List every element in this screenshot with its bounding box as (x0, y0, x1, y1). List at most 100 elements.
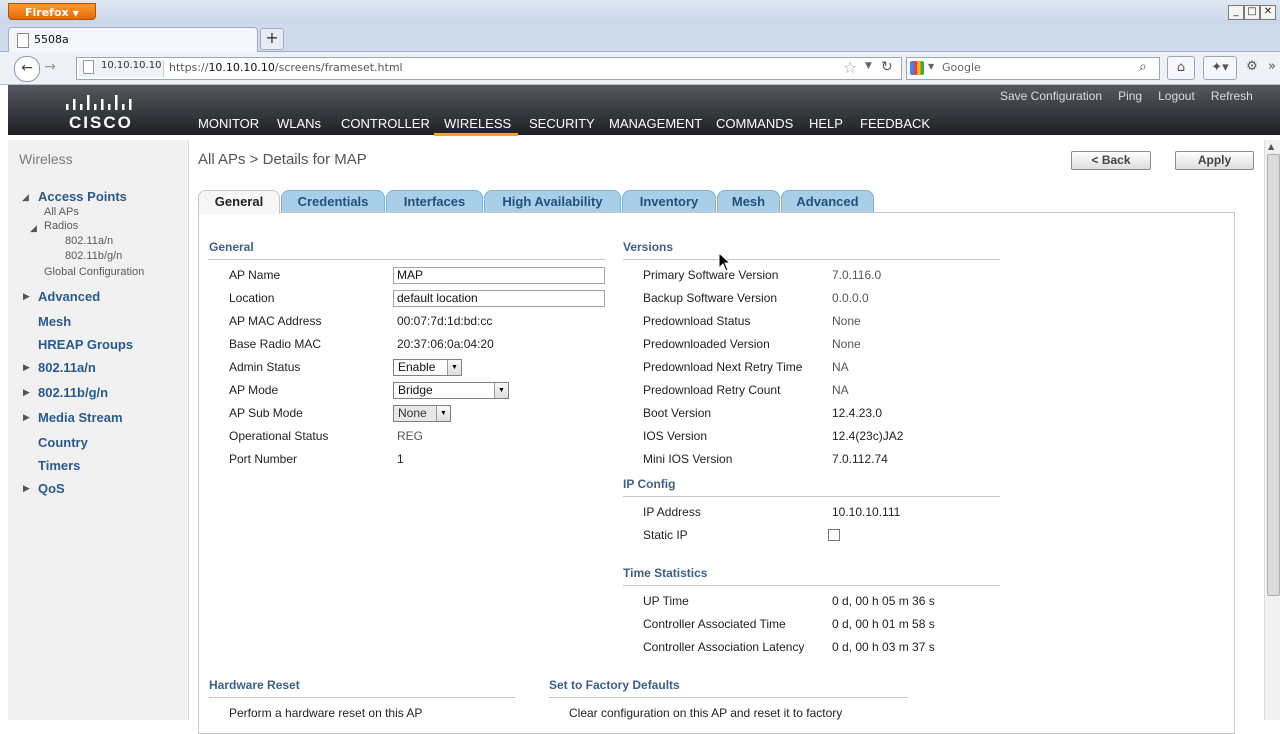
sidebar-title: Wireless (19, 151, 73, 167)
bookmark-star-icon[interactable]: ☆ (843, 58, 857, 77)
sidebar-item-access-points[interactable]: Access Points (38, 189, 127, 204)
admin-status-select[interactable]: Enable ▼ (393, 359, 462, 376)
sidebar-item-timers[interactable]: Timers (38, 458, 80, 473)
triangle-right-icon[interactable]: ▶ (23, 388, 30, 398)
reload-icon[interactable]: ↻ (881, 59, 893, 75)
menu-monitor[interactable]: MONITOR (198, 116, 259, 131)
addon-icon[interactable]: ⚙ (1240, 56, 1264, 78)
menu-commands[interactable]: COMMANDS (716, 116, 793, 131)
tab-mesh[interactable]: Mesh (717, 190, 780, 213)
menu-management[interactable]: MANAGEMENT (609, 116, 702, 131)
location-input[interactable]: default location (393, 290, 605, 307)
triangle-right-icon[interactable]: ▶ (23, 484, 30, 494)
ip-address-label: IP Address (643, 505, 701, 519)
vertical-scrollbar[interactable]: ▲ (1264, 140, 1280, 720)
base-radio-mac-label: Base Radio MAC (229, 337, 322, 351)
menu-controller[interactable]: CONTROLLER (341, 116, 430, 131)
sidebar-item-qos[interactable]: QoS (38, 481, 65, 496)
search-icon[interactable]: ⌕ (1139, 59, 1147, 75)
refresh-link[interactable]: Refresh (1211, 89, 1253, 103)
menu-help[interactable]: HELP (809, 116, 843, 131)
back-button[interactable]: < Back (1071, 151, 1151, 170)
tab-inventory[interactable]: Inventory (622, 190, 716, 213)
logout-link[interactable]: Logout (1158, 89, 1195, 103)
home-icon[interactable]: ⌂ (1167, 56, 1195, 80)
mouse-cursor-icon (718, 252, 732, 272)
search-bar[interactable]: ▼ Google ⌕ (906, 57, 1160, 80)
triangle-down-icon[interactable]: ◢ (22, 193, 29, 203)
sidebar-item-global-configuration[interactable]: Global Configuration (44, 266, 144, 278)
new-tab-button[interactable]: + (260, 28, 284, 50)
sidebar-item-radio-a[interactable]: 802.11a/n (65, 235, 113, 247)
search-engine-dropdown-icon[interactable]: ▼ (928, 62, 934, 71)
backup-software-version-label: Backup Software Version (643, 291, 778, 305)
triangle-down-icon[interactable]: ◢ (30, 224, 37, 234)
triangle-right-icon[interactable]: ▶ (23, 413, 30, 423)
menu-wireless[interactable]: WIRELESS (444, 116, 511, 131)
ap-mode-select[interactable]: Bridge ▼ (393, 382, 509, 399)
site-identity-host: 10.10.10.10 (101, 60, 162, 71)
tab-high-availability[interactable]: High Availability (484, 190, 621, 213)
base-radio-mac-value: 20:37:06:0a:04:20 (397, 337, 494, 351)
search-placeholder: Google (942, 61, 981, 74)
sidebar-item-80211a[interactable]: 802.11a/n (38, 360, 96, 375)
static-ip-checkbox[interactable] (828, 529, 840, 541)
save-configuration-link[interactable]: Save Configuration (1000, 89, 1102, 103)
page-title: All APs > Details for MAP (198, 151, 367, 168)
general-section-heading: General (209, 240, 254, 254)
back-arrow-icon[interactable]: ← (14, 56, 40, 82)
url-dropdown-icon[interactable]: ▼ (865, 61, 872, 71)
ap-sub-mode-select[interactable]: None ▼ (393, 405, 451, 422)
ap-name-input[interactable]: MAP (393, 267, 605, 284)
url-bar[interactable]: 10.10.10.10 https://10.10.10.10/screens/… (76, 57, 902, 80)
bookmarks-icon[interactable]: ✦▾ (1203, 56, 1237, 80)
hardware-reset-section-heading: Hardware Reset (209, 678, 300, 692)
menu-wlans[interactable]: WLANs (277, 116, 321, 131)
browser-tab[interactable]: 5508a (8, 27, 258, 52)
maximize-button[interactable]: □ (1244, 5, 1260, 20)
page-icon (17, 33, 29, 48)
menu-security[interactable]: SECURITY (529, 116, 595, 131)
top-links: Save Configuration Ping Logout Refresh (1000, 89, 1253, 103)
menu-feedback[interactable]: FEEDBACK (860, 116, 930, 131)
ap-sub-mode-label: AP Sub Mode (229, 406, 303, 420)
sidebar-item-all-aps[interactable]: All APs (44, 206, 79, 218)
active-menu-indicator (434, 133, 518, 136)
minimize-button[interactable]: _ (1228, 5, 1244, 20)
mini-ios-version-label: Mini IOS Version (643, 452, 733, 466)
sidebar-item-radios[interactable]: Radios (44, 220, 78, 232)
up-time-value: 0 d, 00 h 05 m 36 s (832, 594, 935, 608)
firefox-menu-label: Firefox (25, 6, 69, 19)
up-time-label: UP Time (643, 594, 689, 608)
tab-credentials[interactable]: Credentials (281, 190, 385, 213)
sidebar-item-mesh[interactable]: Mesh (38, 314, 71, 329)
browser-titlebar (0, 0, 1280, 24)
ip-config-section-heading: IP Config (623, 477, 676, 491)
sidebar-item-hreap-groups[interactable]: HREAP Groups (38, 337, 133, 352)
tab-advanced[interactable]: Advanced (781, 190, 874, 213)
sidebar-item-radio-bg[interactable]: 802.11b/g/n (65, 250, 122, 262)
ios-version-label: IOS Version (643, 429, 708, 443)
chevron-down-icon: ▼ (494, 383, 508, 398)
triangle-right-icon[interactable]: ▶ (23, 292, 30, 302)
sidebar-item-country[interactable]: Country (38, 435, 88, 450)
sidebar-item-advanced[interactable]: Advanced (38, 289, 100, 304)
apply-button[interactable]: Apply (1175, 151, 1254, 170)
google-icon[interactable] (910, 61, 924, 75)
time-statistics-section-heading: Time Statistics (623, 566, 708, 580)
backup-software-version-value: 0.0.0.0 (832, 291, 869, 305)
controller-associated-time-label: Controller Associated Time (643, 617, 786, 631)
ap-name-label: AP Name (229, 268, 281, 282)
forward-arrow-icon[interactable]: → (40, 56, 60, 80)
overflow-chevron-icon[interactable]: » (1266, 56, 1278, 78)
sidebar-item-media-stream[interactable]: Media Stream (38, 410, 123, 425)
firefox-menu-button[interactable]: Firefox ▼ (8, 3, 96, 20)
triangle-right-icon[interactable]: ▶ (23, 363, 30, 373)
scrollbar-thumb[interactable] (1267, 154, 1280, 596)
tab-general[interactable]: General (198, 190, 280, 214)
sidebar-item-80211bg[interactable]: 802.11b/g/n (38, 385, 108, 400)
close-window-button[interactable]: ✕ (1260, 5, 1276, 20)
ping-link[interactable]: Ping (1118, 89, 1142, 103)
tab-interfaces[interactable]: Interfaces (386, 190, 483, 213)
scroll-up-icon[interactable]: ▲ (1268, 142, 1274, 151)
